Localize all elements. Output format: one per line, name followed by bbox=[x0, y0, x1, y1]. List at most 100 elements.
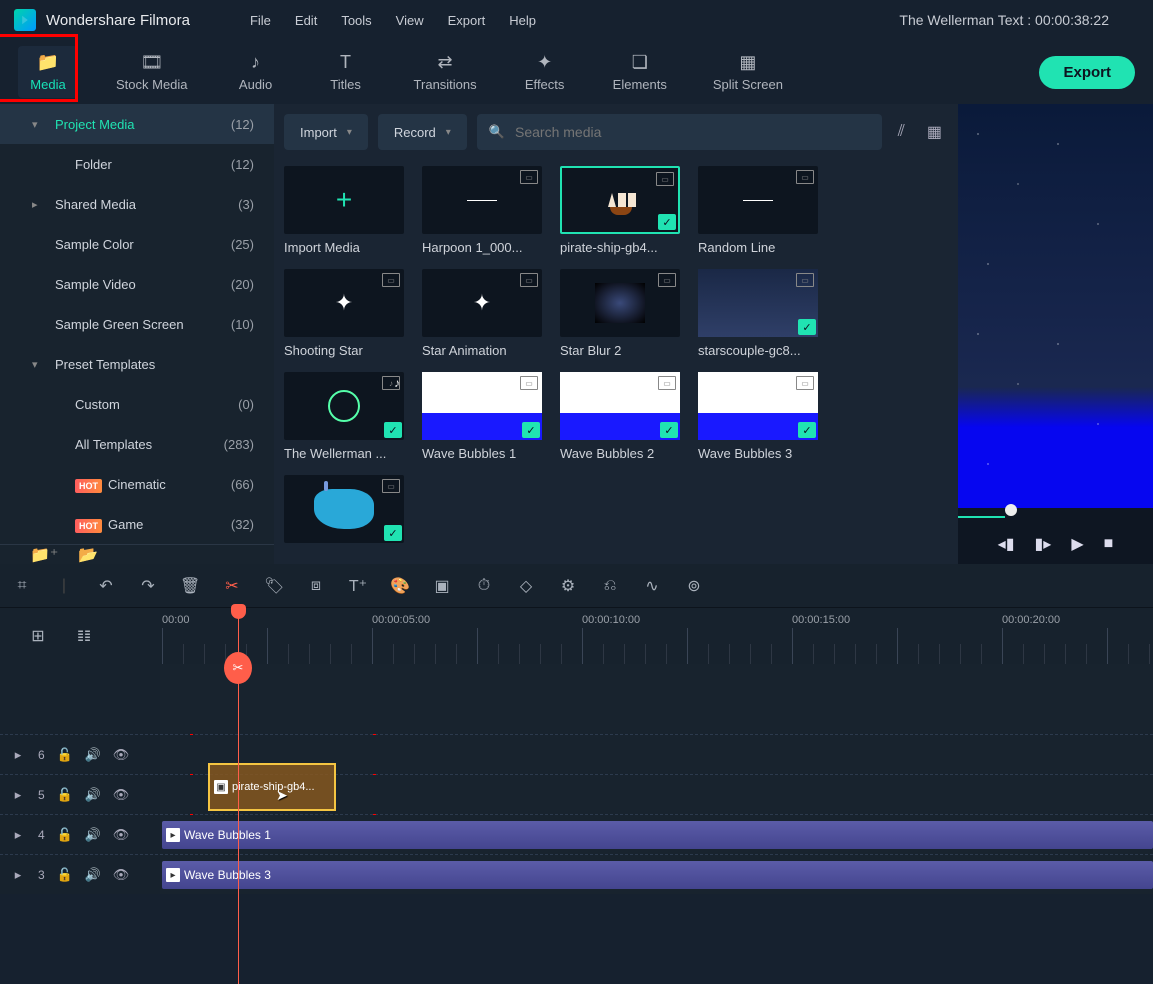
media-cell[interactable]: ✦▭Shooting Star bbox=[284, 269, 404, 358]
sidebar-item-cinematic[interactable]: HOTCinematic(66) bbox=[0, 464, 274, 504]
media-cell[interactable]: ▭✓pirate-ship-gb4... bbox=[560, 166, 680, 255]
track-body[interactable]: ▣pirate-ship-gb4...➤ bbox=[160, 775, 1153, 814]
media-thumbnail[interactable]: ▭✓ bbox=[698, 269, 818, 337]
media-thumbnail[interactable]: ▭✓ bbox=[560, 166, 680, 234]
track-play-icon[interactable]: ▸ bbox=[10, 747, 26, 763]
tab-transitions[interactable]: ⇄ Transitions bbox=[406, 46, 485, 98]
sidebar-item-game[interactable]: HOTGame(32) bbox=[0, 504, 274, 544]
tab-split-screen[interactable]: ▦ Split Screen bbox=[705, 46, 791, 98]
caption-icon[interactable]: ▣ bbox=[432, 576, 452, 596]
filter-icon[interactable]: ⫽ bbox=[892, 117, 911, 147]
menu-view[interactable]: View bbox=[396, 13, 424, 28]
tab-elements[interactable]: ❏ Elements bbox=[605, 46, 675, 98]
sidebar-item-shared-media[interactable]: ▸Shared Media(3) bbox=[0, 184, 274, 224]
menu-edit[interactable]: Edit bbox=[295, 13, 317, 28]
prev-frame-icon[interactable]: ◂▮ bbox=[998, 534, 1015, 554]
marker-icon[interactable]: ⊚ bbox=[684, 576, 704, 596]
tab-effects[interactable]: ✦ Effects bbox=[515, 46, 575, 98]
media-cell[interactable]: ▭Star Blur 2 bbox=[560, 269, 680, 358]
sidebar-item-sample-color[interactable]: Sample Color(25) bbox=[0, 224, 274, 264]
media-thumbnail[interactable]: ▭✓ bbox=[698, 372, 818, 440]
lock-icon[interactable]: 🔓 bbox=[57, 867, 73, 883]
dragging-clip[interactable]: ▣pirate-ship-gb4...➤ bbox=[208, 763, 336, 811]
sidebar-item-preset-templates[interactable]: ▾Preset Templates bbox=[0, 344, 274, 384]
record-dropdown[interactable]: Record ▾ bbox=[378, 114, 467, 150]
media-thumbnail[interactable]: ▭ bbox=[422, 166, 542, 234]
media-thumbnail[interactable]: ▭ bbox=[560, 269, 680, 337]
tab-stock-media[interactable]: 🎞 Stock Media bbox=[108, 46, 196, 98]
media-thumbnail[interactable]: ✦▭ bbox=[284, 269, 404, 337]
playhead-scissors-icon[interactable]: ✂ bbox=[224, 652, 252, 684]
visibility-icon[interactable]: 👁 bbox=[113, 827, 129, 843]
search-input[interactable] bbox=[515, 124, 870, 140]
media-cell[interactable]: ♪♪✓The Wellerman ... bbox=[284, 372, 404, 461]
track-play-icon[interactable]: ▸ bbox=[10, 827, 26, 843]
stop-icon[interactable]: ■ bbox=[1104, 535, 1114, 553]
menu-tools[interactable]: Tools bbox=[341, 13, 371, 28]
media-thumbnail[interactable]: ▭✓ bbox=[560, 372, 680, 440]
media-cell[interactable]: ▭✓ bbox=[284, 475, 404, 549]
media-cell[interactable]: ✦▭Star Animation bbox=[422, 269, 542, 358]
menu-file[interactable]: File bbox=[250, 13, 271, 28]
redo-icon[interactable]: ↷ bbox=[138, 576, 158, 596]
sidebar-item-sample-green-screen[interactable]: Sample Green Screen(10) bbox=[0, 304, 274, 344]
mute-icon[interactable]: 🔊 bbox=[85, 787, 101, 803]
new-folder-icon[interactable]: 📁⁺ bbox=[30, 545, 58, 565]
media-thumbnail[interactable]: ▭ bbox=[698, 166, 818, 234]
lock-icon[interactable]: 🔓 bbox=[57, 747, 73, 763]
sidebar-item-custom[interactable]: Custom(0) bbox=[0, 384, 274, 424]
delete-icon[interactable]: 🗑 bbox=[180, 576, 200, 596]
add-track-icon[interactable]: ⊞ bbox=[28, 626, 48, 646]
media-cell[interactable]: ▭✓Wave Bubbles 1 bbox=[422, 372, 542, 461]
undo-icon[interactable]: ↶ bbox=[96, 576, 116, 596]
audio-mix-icon[interactable]: ⎌ bbox=[600, 577, 620, 595]
keyframe-icon[interactable]: ◇ bbox=[516, 576, 536, 596]
tl-overview-icon[interactable]: ⌗ bbox=[12, 577, 32, 595]
menu-export[interactable]: Export bbox=[448, 13, 486, 28]
export-button[interactable]: Export bbox=[1039, 56, 1135, 89]
tab-titles[interactable]: T Titles bbox=[316, 46, 376, 98]
track-body[interactable]: ▸Wave Bubbles 3 bbox=[160, 855, 1153, 894]
play-icon[interactable]: ▶ bbox=[1071, 534, 1083, 554]
grid-view-icon[interactable]: ▦ bbox=[921, 116, 948, 148]
search-box[interactable]: 🔍 bbox=[477, 114, 882, 150]
timeline-ruler[interactable]: ✂ 00:0000:00:05:0000:00:10:0000:00:15:00… bbox=[160, 608, 1153, 664]
preview-scrubber[interactable] bbox=[958, 508, 1153, 524]
visibility-icon[interactable]: 👁 bbox=[113, 787, 129, 803]
media-cell[interactable]: ▭Random Line bbox=[698, 166, 818, 255]
tag-icon[interactable]: 🏷 bbox=[264, 576, 284, 596]
speed-icon[interactable]: ⏱ bbox=[474, 577, 494, 595]
scissors-icon[interactable]: ✂ bbox=[222, 576, 242, 596]
crop-icon[interactable]: ⧈ bbox=[306, 577, 326, 595]
sidebar-item-sample-video[interactable]: Sample Video(20) bbox=[0, 264, 274, 304]
sidebar-item-project-media[interactable]: ▾Project Media(12) bbox=[0, 104, 274, 144]
tab-audio[interactable]: ♪ Audio bbox=[226, 46, 286, 98]
visibility-icon[interactable]: 👁 bbox=[113, 747, 129, 763]
media-cell[interactable]: +Import Media bbox=[284, 166, 404, 255]
lock-icon[interactable]: 🔓 bbox=[57, 827, 73, 843]
media-cell[interactable]: ▭✓Wave Bubbles 3 bbox=[698, 372, 818, 461]
mute-icon[interactable]: 🔊 bbox=[85, 867, 101, 883]
import-dropdown[interactable]: Import ▾ bbox=[284, 114, 368, 150]
lock-icon[interactable]: 🔓 bbox=[57, 787, 73, 803]
mute-icon[interactable]: 🔊 bbox=[85, 747, 101, 763]
track-play-icon[interactable]: ▸ bbox=[10, 867, 26, 883]
text-tool-icon[interactable]: T⁺ bbox=[348, 576, 368, 596]
media-thumbnail[interactable]: ▭✓ bbox=[422, 372, 542, 440]
color-icon[interactable]: 🎨 bbox=[390, 576, 410, 596]
media-thumbnail[interactable]: ♪♪✓ bbox=[284, 372, 404, 440]
timeline-clip[interactable]: ▸Wave Bubbles 3 bbox=[162, 861, 1153, 889]
playhead[interactable]: ✂ bbox=[238, 608, 239, 984]
track-body[interactable]: ▸Wave Bubbles 1 bbox=[160, 815, 1153, 854]
media-cell[interactable]: ▭✓Wave Bubbles 2 bbox=[560, 372, 680, 461]
track-play-icon[interactable]: ▸ bbox=[10, 787, 26, 803]
link-icon[interactable]: 𝌮 bbox=[74, 626, 94, 646]
media-thumbnail[interactable]: ▭✓ bbox=[284, 475, 404, 543]
next-frame-icon[interactable]: ▮▸ bbox=[1035, 534, 1052, 554]
media-thumbnail[interactable]: + bbox=[284, 166, 404, 234]
sidebar-item-all-templates[interactable]: All Templates(283) bbox=[0, 424, 274, 464]
menu-help[interactable]: Help bbox=[509, 13, 536, 28]
visibility-icon[interactable]: 👁 bbox=[113, 867, 129, 883]
waveform-icon[interactable]: ∿ bbox=[642, 576, 662, 596]
adjust-icon[interactable]: ⚙ bbox=[558, 576, 578, 596]
